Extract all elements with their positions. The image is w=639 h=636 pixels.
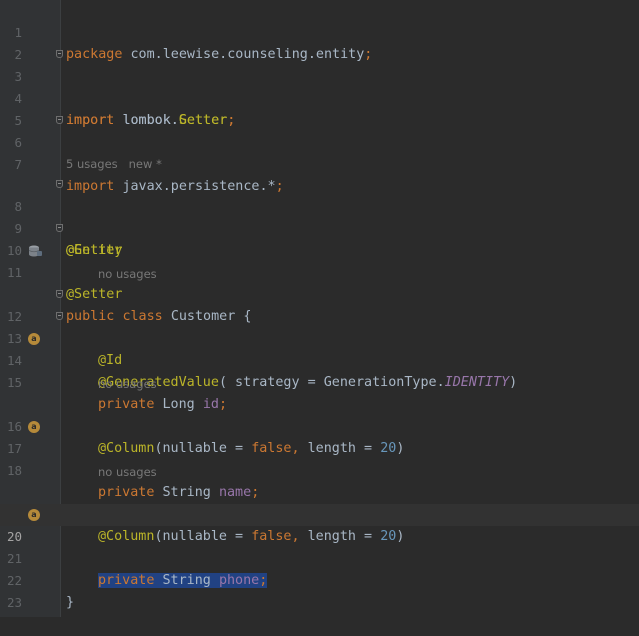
- author-hint: new *: [128, 157, 162, 171]
- code-line[interactable]: 11 public class Customer {: [0, 240, 639, 324]
- fold-icon[interactable]: [56, 180, 63, 188]
- code-line[interactable]: 7: [0, 132, 639, 172]
- fold-icon[interactable]: [56, 50, 63, 58]
- code-line[interactable]: 21: [0, 526, 639, 566]
- code-line[interactable]: 9 @Getter: [0, 196, 639, 258]
- line-number: 23: [6, 595, 22, 610]
- fold-icon[interactable]: [56, 312, 63, 320]
- getter-setter-icon[interactable]: a: [28, 333, 40, 345]
- code-line[interactable]: 1 package com.leewise.counseling.entity;: [0, 0, 639, 62]
- code-line[interactable]: 17 a private String name;: [0, 416, 639, 500]
- fold-icon[interactable]: [56, 224, 63, 232]
- code-line-current[interactable]: 20 a private String phone;: [0, 504, 639, 588]
- code-line[interactable]: 18: [0, 438, 639, 478]
- code-line[interactable]: 15: [0, 350, 639, 390]
- code-line[interactable]: 12 @Id: [0, 284, 639, 368]
- usages-hint[interactable]: no usages: [98, 262, 157, 284]
- fold-icon[interactable]: [56, 116, 63, 124]
- code-line[interactable]: 5: [0, 88, 639, 128]
- getter-setter-icon[interactable]: a: [28, 509, 40, 521]
- code-line[interactable]: 3 import lombok.Getter;: [0, 44, 639, 128]
- code-editor[interactable]: 1 package com.leewise.counseling.entity;…: [0, 0, 639, 617]
- code-line[interactable]: 19 @Column(nullable = false, length = 20…: [0, 482, 639, 544]
- line-number: 7: [14, 157, 22, 172]
- code-line[interactable]: 23: [0, 570, 639, 610]
- code-line[interactable]: 4 import lombok.Setter;: [0, 66, 639, 128]
- code-line[interactable]: 16 @Column(nullable = false, length = 20…: [0, 394, 639, 456]
- code-line[interactable]: 6 import javax.persistence.*;: [0, 110, 639, 194]
- usages-hint[interactable]: no usages: [98, 372, 157, 394]
- line-number: 18: [6, 463, 22, 478]
- code-line[interactable]: 8 @Entity: [0, 174, 639, 258]
- line-number: 15: [6, 375, 22, 390]
- usages-hint[interactable]: 5 usages new *: [66, 152, 162, 174]
- getter-setter-icon[interactable]: a: [28, 421, 40, 433]
- line-number: 11: [6, 265, 22, 280]
- usages-hint[interactable]: no usages: [98, 460, 157, 482]
- code-line[interactable]: 2: [0, 22, 639, 62]
- code-line[interactable]: 10 @Setter: [0, 218, 639, 302]
- code-text: }: [66, 595, 75, 610]
- code-line[interactable]: 13 @GeneratedValue( strategy = Generatio…: [0, 306, 639, 390]
- code-line[interactable]: 22 }: [0, 548, 639, 610]
- fold-icon[interactable]: [56, 290, 63, 298]
- database-entity-icon[interactable]: [28, 245, 42, 257]
- code-line[interactable]: 14 a private Long id;: [0, 328, 639, 412]
